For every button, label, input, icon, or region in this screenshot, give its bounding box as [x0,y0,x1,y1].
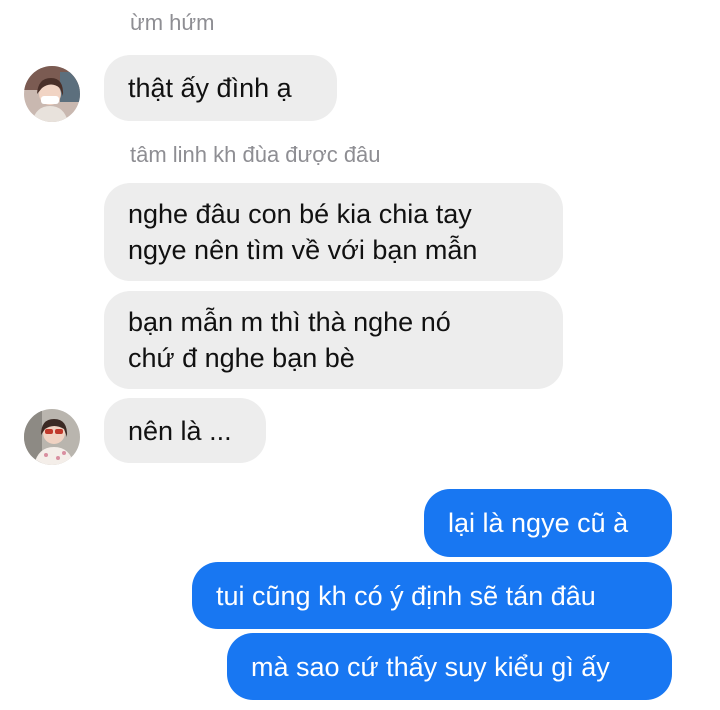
outgoing-message[interactable]: lại là ngye cũ à [424,489,672,557]
reply-context-label: ừm hứm [130,10,215,35]
message-text-line: ngye nên tìm về với bạn mẫn [128,235,478,265]
message-text: tui cũng kh có ý định sẽ tán đâu [216,580,596,611]
outgoing-message[interactable]: tui cũng kh có ý định sẽ tán đâu [192,562,672,629]
avatar-photo-icon [24,409,80,465]
incoming-message[interactable]: nghe đâu con bé kia chia tay ngye nên tì… [104,183,563,281]
incoming-message[interactable]: thật ấy đình ạ [104,55,337,121]
message-text-line: nghe đâu con bé kia chia tay [128,199,472,229]
message-text-line: bạn mẫn m thì thà nghe nó [128,307,451,337]
message-text-line: chứ đ nghe bạn bè [128,343,355,373]
incoming-message[interactable]: nên là ... [104,398,266,463]
contact-avatar[interactable] [24,409,80,465]
message-text: thật ấy đình ạ [128,73,292,103]
incoming-message[interactable]: bạn mẫn m thì thà nghe nó chứ đ nghe bạn… [104,291,563,389]
message-text: mà sao cứ thấy suy kiểu gì ấy [251,651,610,682]
message-text: lại là ngye cũ à [448,508,629,538]
outgoing-message[interactable]: mà sao cứ thấy suy kiểu gì ấy [227,633,672,700]
avatar-photo-icon [24,66,80,122]
contact-avatar[interactable] [24,66,80,122]
message-text: nên là ... [128,415,232,446]
reply-context-label: tâm linh kh đùa được đâu [130,142,381,167]
